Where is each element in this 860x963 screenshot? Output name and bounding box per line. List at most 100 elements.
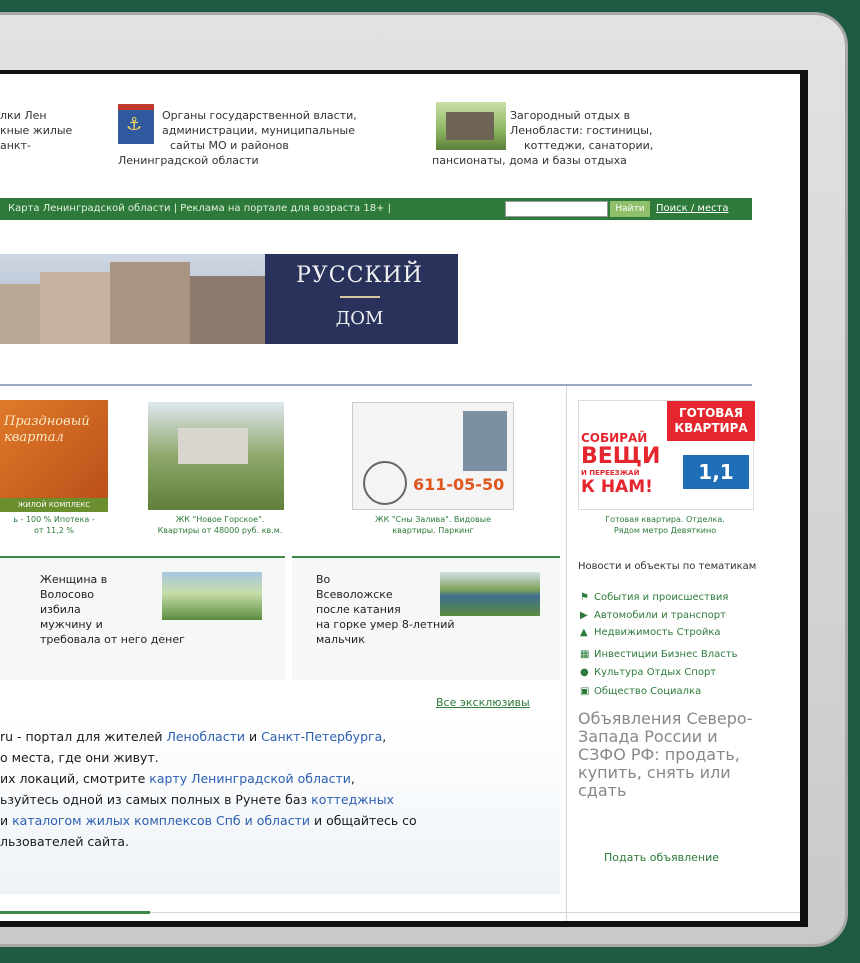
intro-line: ru - портал для жителей Ленобласти и Сан… [0,726,560,747]
ad-price: 1,1 [683,455,749,489]
spb-link[interactable]: Санкт-Петербурга [261,729,382,744]
banner-building [40,272,110,344]
ad-subtag: ЖИЛОЙ КОМПЛЕКС [0,498,108,512]
novoe-gorskoe-ad-image[interactable] [148,402,284,510]
header-link-line: сайты МО и районов [170,139,289,152]
intro-text-span: , [382,729,387,744]
cottages-link[interactable]: коттеджных [311,792,394,807]
intro-text-span: , [350,771,355,786]
exclusive-thumbnail[interactable] [440,572,540,616]
header-link-line: коттеджи, санатории, [524,139,654,152]
banner-building [190,276,265,344]
ad-slogan-line: СОБИРАЙ [581,431,648,445]
intro-text-span: ru - портал для жителей [0,729,167,744]
intro-line: их локаций, смотрите карту Ленинградской… [0,768,560,789]
intro-line: и каталогом жилых комплексов Спб и облас… [0,810,560,831]
card-caption[interactable]: ЖК "Новое Горское". Квартиры от 48000 ру… [140,514,300,536]
region-map-link[interactable]: карту Ленинградской области [149,771,351,786]
ad-building [178,428,248,464]
divider [0,384,752,386]
sidebar-divider [566,386,567,921]
navbar-links[interactable]: Карта Ленинградской области | Реклама на… [8,203,391,214]
divider-accent [0,911,150,914]
news-item-label: События и происшествия [594,592,729,603]
exclusive-line: требовала от него денег [40,633,185,646]
sny-zaliva-ad-image[interactable]: 611-05-50 [352,402,514,510]
find-button[interactable]: Найти [610,201,650,217]
web-page: лки Лен кные жилые анкт- Органы государс… [0,74,800,921]
intro-text-span: ьзуйтесь одной из самых полных в Рунете … [0,792,312,807]
complexes-catalog-link[interactable]: каталогом жилых комплексов Спб и области [12,813,310,828]
news-item-transport[interactable]: ▶ Автомобили и транспорт [580,610,726,622]
society-icon: ▣ [580,686,590,697]
exclusive-thumbnail[interactable] [162,572,262,620]
card-caption-line: ь - 100 % Ипотека - [13,515,95,524]
intro-line: о места, где они живут. [0,750,159,765]
sport-icon: ● [580,667,589,678]
header-link-government[interactable]: Органы государственной власти, администр… [118,108,418,168]
russkiy-dom-banner[interactable]: РУССКИЙ ДОМ [0,254,458,344]
news-item-culture[interactable]: ● Культура Отдых Спорт [580,667,716,679]
header-link-line: Ленинградской области [118,154,259,167]
bank-icon: ▦ [580,649,590,660]
news-item-label: Общество Социалка [594,686,702,697]
header-link-col-a[interactable]: лки Лен кные жилые анкт- [0,108,110,153]
news-item-label: Инвестиции Бизнес Власть [594,649,738,660]
building-icon: ▲ [580,627,588,638]
intro-text: ru - портал для жителей Ленобласти и Сан… [0,726,560,852]
news-item-realty[interactable]: ▲ Недвижимость Стройка [580,627,720,639]
header-link-line: лки Лен [0,109,47,122]
ad-overlay-text: Празднoвый квартал [4,414,90,445]
search-input[interactable] [505,201,608,217]
exclusive-line: мальчик [316,633,365,646]
intro-text-span: и [244,729,262,744]
header-link-line: Загородный отдых в [510,109,631,122]
header-link-line: администрации, муниципальные [162,124,355,137]
banner-title: РУССКИЙ [296,263,423,288]
news-item-investment[interactable]: ▦ Инвестиции Бизнес Власть [580,649,738,661]
intro-line: ьзуйтесь одной из самых полных в Рунете … [0,789,560,810]
intro-text-span: и [0,813,13,828]
lenoblast-link[interactable]: Ленобласти [166,729,245,744]
card-caption-line: ЖК "Новое Горское". [175,515,265,524]
header-link-line: кные жилые [0,124,73,137]
card-caption-line: ЖК "Сны Залива". Видовые [375,515,491,524]
residential-complex-ad-image[interactable]: Празднoвый квартал ЖИЛОЙ КОМПЛЕКС [0,400,108,512]
card-caption-line: от 11,2 % [33,526,75,535]
banner-subtitle: ДОМ [335,308,384,329]
header-link-line: анкт- [0,139,31,152]
car-icon: ▶ [580,610,588,621]
banner-building [110,262,190,344]
card-caption-line: квартиры. Паркинг [392,526,474,535]
portal-intro: ru - портал для жителей Ленобласти и Сан… [0,716,560,894]
ad-caption[interactable]: Готовая квартира. Отделка. Рядом метро Д… [570,514,760,536]
all-exclusives-link[interactable]: Все эксклюзивы [436,696,530,709]
ad-slogan: СОБИРАЙ ВЕЩИ И ПЕРЕЕЗЖАЙ К НАМ! [581,431,660,497]
header-link-line: пансионаты, дома и базы отдыха [432,154,627,167]
classifieds-heading[interactable]: Объявления Северо-Запада России и СЗФО Р… [578,710,758,800]
card-caption[interactable]: ЖК "Сны Залива". Видовые квартиры. Парки… [352,514,514,536]
header-link-line: Ленобласти: гостиницы, [510,124,653,137]
card-caption[interactable]: ь - 100 % Ипотека - от 11,2 % [0,514,108,536]
top-navbar: Карта Ленинградской области | Реклама на… [0,198,752,220]
post-ad-link[interactable]: Подать объявление [604,851,719,864]
news-item-label: Недвижимость Стройка [594,627,721,638]
ready-apartment-ad[interactable]: ГОТОВАЯ КВАРТИРА СОБИРАЙ ВЕЩИ И ПЕРЕЕЗЖА… [578,400,755,510]
news-item-incidents[interactable]: ⚑ События и происшествия [580,592,728,604]
news-item-society[interactable]: ▣ Общество Социалка [580,686,701,698]
ad-headline-line: КВАРТИРА [674,421,748,435]
header-link-line: Органы государственной власти, [162,109,357,122]
flag-icon: ⚑ [580,592,589,603]
intro-text-span: их локаций, смотрите [0,771,150,786]
intro-line: льзователей сайта. [0,834,129,849]
ad-phone: 611-05-50 [413,475,505,494]
news-item-label: Культура Отдых Спорт [594,667,717,678]
exclusive-line: на горке умер 8-летний [316,618,455,631]
search-link[interactable]: Поиск / места [656,198,729,220]
header-link-country-rest[interactable]: Загородный отдых в Ленобласти: гостиницы… [432,108,692,168]
ad-caption-line: Рядом метро Девяткино [613,526,717,535]
news-item-label: Автомобили и транспорт [594,610,726,621]
ad-slogan-line: К НАМ! [581,477,653,497]
ad-headline: ГОТОВАЯ КВАРТИРА [667,401,755,441]
ad-headline-line: ГОТОВАЯ [679,406,743,420]
